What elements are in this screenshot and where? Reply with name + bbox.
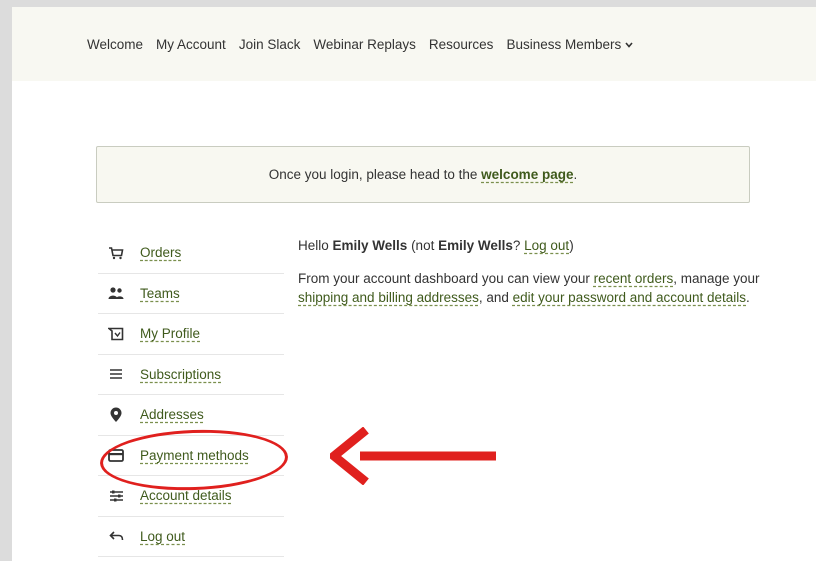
greeting-hello: Hello (298, 238, 333, 253)
sidebar-label-account-details: Account details (140, 488, 232, 504)
sliders-icon (106, 486, 126, 506)
dashboard-content: Hello Emily Wells (not Emily Wells? Log … (298, 236, 778, 321)
sidebar-label-addresses: Addresses (140, 407, 204, 423)
nav-business-members-label: Business Members (506, 36, 622, 52)
profile-icon (106, 324, 126, 344)
sidebar-item-teams[interactable]: Teams (98, 274, 284, 314)
sidebar-label-my-profile: My Profile (140, 326, 201, 342)
sidebar-item-subscriptions[interactable]: Subscriptions (98, 355, 284, 395)
nav-my-account[interactable]: My Account (156, 37, 226, 52)
list-icon (106, 364, 126, 384)
account-sidebar: Orders Teams My Profile Subscriptions Ad… (98, 233, 284, 557)
sidebar-item-log-out[interactable]: Log out (98, 517, 284, 557)
dash-text-4: . (746, 290, 750, 305)
sidebar-item-payment-methods[interactable]: Payment methods (98, 436, 284, 476)
credit-card-icon (106, 445, 126, 465)
chevron-down-icon (625, 40, 633, 50)
edit-account-link[interactable]: edit your password and account details (513, 290, 746, 305)
nav-welcome[interactable]: Welcome (87, 37, 143, 52)
sidebar-item-addresses[interactable]: Addresses (98, 395, 284, 436)
nav-business-members-dropdown[interactable]: Business Members (506, 37, 633, 52)
sidebar-item-orders[interactable]: Orders (98, 233, 284, 274)
sidebar-label-payment-methods: Payment methods (140, 447, 249, 463)
notice-prefix: Once you login, please head to the (268, 167, 482, 182)
nav-join-slack[interactable]: Join Slack (239, 37, 301, 52)
greeting-not-prefix: (not (407, 238, 439, 253)
top-navigation: Welcome My Account Join Slack Webinar Re… (12, 7, 816, 81)
red-arrow-annotation (330, 427, 496, 485)
addresses-link[interactable]: shipping and billing addresses (298, 290, 479, 305)
sidebar-label-subscriptions: Subscriptions (140, 366, 222, 382)
dashboard-description: From your account dashboard you can view… (298, 269, 778, 307)
notice-text: Once you login, please head to the welco… (269, 167, 577, 182)
sidebar-item-account-details[interactable]: Account details (98, 476, 284, 517)
users-icon (106, 283, 126, 303)
greeting-not-name: Emily Wells (438, 238, 513, 253)
dash-text-1: From your account dashboard you can view… (298, 271, 594, 286)
cart-icon (106, 243, 126, 263)
greeting-logout-link[interactable]: Log out (524, 238, 569, 253)
welcome-page-link[interactable]: welcome page (481, 167, 573, 182)
logout-arrow-icon (106, 526, 126, 546)
notice-suffix: . (573, 167, 578, 182)
greeting-user-name: Emily Wells (332, 238, 408, 253)
dash-text-3: , and (478, 290, 513, 305)
login-notice: Once you login, please head to the welco… (96, 146, 750, 203)
nav-resources[interactable]: Resources (429, 37, 494, 52)
sidebar-label-log-out: Log out (140, 528, 186, 544)
greeting-close-paren: ) (569, 238, 574, 253)
dash-text-2: , manage your (673, 271, 760, 286)
location-pin-icon (106, 405, 126, 425)
sidebar-label-orders: Orders (140, 245, 182, 261)
nav-webinar-replays[interactable]: Webinar Replays (313, 37, 416, 52)
greeting-question: ? (512, 238, 525, 253)
sidebar-label-teams: Teams (140, 285, 180, 301)
page: Welcome My Account Join Slack Webinar Re… (12, 7, 816, 561)
greeting-text: Hello Emily Wells (not Emily Wells? Log … (298, 236, 778, 255)
recent-orders-link[interactable]: recent orders (594, 271, 674, 286)
sidebar-item-my-profile[interactable]: My Profile (98, 314, 284, 355)
